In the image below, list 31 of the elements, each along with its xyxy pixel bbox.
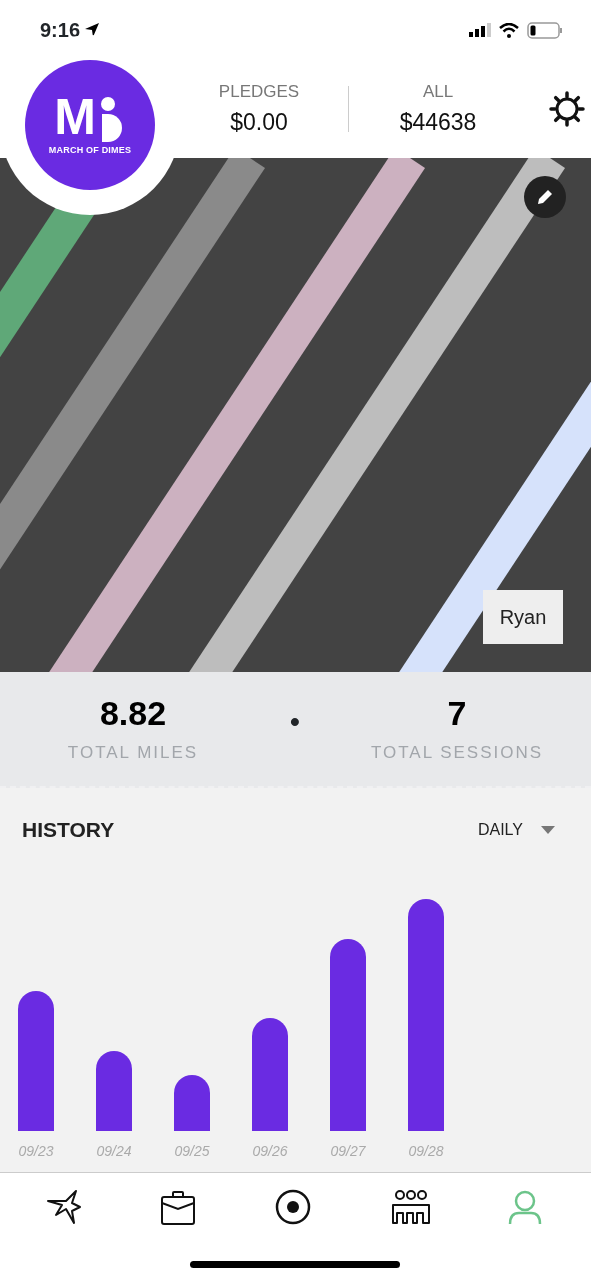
location-arrow-icon <box>84 22 101 38</box>
caret-icon <box>541 826 555 834</box>
name-label: Ryan <box>483 590 563 644</box>
total-label: TOTAL MILES <box>66 741 200 764</box>
stat-value: $44638 <box>398 107 478 137</box>
stat-label: PLEDGES <box>217 81 301 103</box>
separator-dot: • <box>289 705 301 739</box>
clock-time: 9:16 <box>40 18 81 43</box>
group-icon <box>391 1189 432 1227</box>
chart-bar <box>174 1075 210 1131</box>
stat-value: $0.00 <box>229 107 289 137</box>
stat-label: ALL <box>421 81 455 103</box>
logo-caption: MARCH OF DIMES <box>48 144 132 158</box>
total-value: 8.82 <box>98 692 168 734</box>
date-label: 09/27 <box>330 1142 366 1161</box>
pencil-icon <box>535 187 555 207</box>
date-label: 09/24 <box>96 1142 132 1161</box>
logo-mark: M <box>54 92 96 143</box>
wifi-icon <box>499 22 519 38</box>
total-value: 7 <box>446 692 468 734</box>
period-dropdown[interactable]: DAILY <box>477 818 555 842</box>
battery-icon <box>527 21 563 39</box>
date-label: 09/28 <box>408 1142 444 1161</box>
date-label: 09/25 <box>174 1142 210 1161</box>
total-label: TOTAL SESSIONS <box>369 741 545 764</box>
signal-icon <box>469 23 491 37</box>
date-label: 09/23 <box>18 1142 54 1161</box>
date-label: 09/26 <box>252 1142 288 1161</box>
settings-icon <box>549 91 585 127</box>
section-title: HISTORY <box>22 817 115 844</box>
settings-button[interactable] <box>549 91 585 127</box>
